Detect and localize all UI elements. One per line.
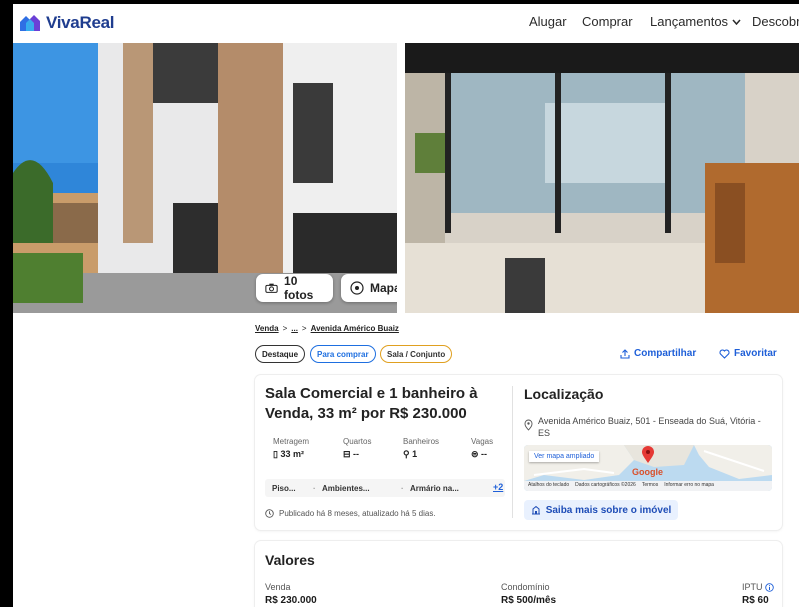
condominio-label: Condomínio: [501, 582, 550, 592]
amenities-bar: Piso... · Ambientes... · Armário na...: [265, 479, 505, 497]
iptu-label-row: IPTU: [742, 582, 774, 592]
amenity-piso: Piso...: [272, 483, 296, 493]
photos-count-button[interactable]: 10 fotos: [256, 274, 333, 302]
chevron-down-icon: [732, 19, 741, 25]
location-heading: Localização: [524, 386, 604, 402]
condominio-value: R$ 500/mês: [501, 595, 557, 606]
map-footer: Atalhos do teclado Dados cartográficos ©…: [528, 482, 714, 488]
venda-value: R$ 230.000: [265, 595, 317, 606]
share-button[interactable]: Compartilhar: [620, 348, 696, 359]
house-logo-icon: [20, 15, 40, 31]
spec-vagas: Vagas ⊜ --: [471, 437, 493, 460]
spec-metragem-number: 33 m²: [280, 449, 304, 459]
iptu-value: R$ 60: [742, 595, 769, 606]
listing-title: Sala Comercial e 1 banheiro à Venda, 33 …: [265, 385, 478, 422]
iptu-label: IPTU: [742, 582, 763, 592]
location-pin-icon: [524, 419, 533, 431]
spec-quartos-number: --: [353, 449, 360, 459]
published-info: Publicado há 8 meses, atualizado há 5 di…: [265, 509, 436, 518]
favorite-label: Favoritar: [734, 348, 777, 359]
amenity-ambientes: Ambientes...: [322, 483, 370, 493]
published-text: Publicado há 8 meses, atualizado há 5 di…: [279, 509, 436, 518]
amenities-more-link[interactable]: +2: [493, 482, 503, 492]
breadcrumb-street[interactable]: Avenida Américo Buaiz: [311, 324, 399, 333]
building-exterior-photo[interactable]: 10 fotos Mapa: [13, 43, 397, 313]
photo-gallery[interactable]: 10 fotos Mapa: [13, 43, 799, 313]
location-address-row: Avenida Américo Buaiz, 501 - Enseada do …: [524, 415, 774, 439]
location-address: Avenida Américo Buaiz, 501 - Enseada do …: [538, 416, 761, 438]
spec-quartos: Quartos ⊟ --: [343, 437, 371, 460]
share-icon: [620, 348, 630, 359]
share-label: Compartilhar: [634, 348, 697, 359]
tag-destaque: Destaque: [255, 345, 306, 363]
spec-banheiros-value: ⚲ 1: [403, 449, 439, 460]
map-footer-terms[interactable]: Termos: [642, 482, 658, 488]
favorite-button[interactable]: Favoritar: [719, 348, 777, 359]
breadcrumb: Venda > ... > Avenida Américo Buaiz: [255, 324, 399, 333]
nav-descobrir[interactable]: Descobri: [752, 14, 799, 29]
spec-metragem: Metragem ▯ 33 m²: [273, 437, 309, 460]
tag-para-comprar: Para comprar: [310, 345, 376, 363]
brand-name: VivaReal: [46, 13, 115, 32]
car-icon: ⊜: [471, 449, 482, 459]
more-info-label: Saiba mais sobre o imóvel: [545, 504, 672, 516]
tag-sala-conjunto: Sala / Conjunto: [380, 345, 453, 363]
spec-quartos-value: ⊟ --: [343, 449, 371, 460]
spec-banheiros: Banheiros ⚲ 1: [403, 437, 439, 460]
photos-count-label: 10 fotos: [284, 274, 314, 302]
nav-comprar[interactable]: Comprar: [582, 14, 633, 29]
spec-vagas-label: Vagas: [471, 437, 494, 446]
map-footer-data: Dados cartográficos ©2026: [575, 482, 636, 488]
spec-banheiros-number: 1: [412, 449, 418, 459]
map-footer-report[interactable]: Informar erro no mapa: [664, 482, 714, 488]
spec-metragem-label: Metragem: [273, 437, 310, 446]
map-pin-icon: [350, 281, 364, 295]
map-button[interactable]: Mapa: [341, 274, 397, 302]
map-expand-link[interactable]: Ver mapa ampliado: [529, 451, 600, 462]
spec-vagas-number: --: [481, 449, 488, 459]
shower-icon: ⚲: [403, 449, 413, 459]
map-marker-icon: [642, 446, 654, 463]
heart-icon: [719, 348, 730, 359]
spec-quartos-label: Quartos: [343, 437, 372, 446]
site-header: VivaReal Alugar Comprar Lançamentos Desc…: [13, 4, 799, 43]
breadcrumb-ellipsis[interactable]: ...: [291, 324, 298, 333]
google-logo: Google: [632, 467, 663, 477]
map-footer-shortcuts[interactable]: Atalhos do teclado: [528, 482, 569, 488]
window-frame-left: [0, 0, 13, 607]
bed-icon: ⊟: [343, 449, 354, 459]
nav-lancamentos-label: Lançamentos: [650, 14, 729, 29]
more-info-button[interactable]: Saiba mais sobre o imóvel: [524, 500, 678, 520]
spec-vagas-value: ⊜ --: [471, 449, 493, 460]
info-icon[interactable]: [764, 582, 774, 592]
spec-metragem-value: ▯ 33 m²: [273, 449, 309, 460]
clock-icon: [265, 509, 274, 518]
breadcrumb-separator: >: [301, 324, 307, 333]
building-lobby-photo[interactable]: [405, 43, 799, 313]
venda-label: Venda: [265, 582, 291, 592]
card-divider: [512, 386, 513, 518]
map-button-label: Mapa: [370, 281, 397, 295]
location-map[interactable]: Ver mapa ampliado Google Atalhos do tecl…: [524, 445, 772, 491]
amenity-armario: Armário na...: [410, 483, 459, 493]
values-heading: Valores: [265, 552, 315, 568]
nav-alugar[interactable]: Alugar: [529, 14, 567, 29]
camera-icon: [265, 283, 278, 293]
breadcrumb-separator: >: [282, 324, 288, 333]
building-icon: [531, 505, 540, 515]
nav-lancamentos[interactable]: Lançamentos: [650, 14, 741, 29]
vivareal-logo[interactable]: VivaReal: [19, 13, 114, 33]
spec-banheiros-label: Banheiros: [403, 437, 440, 446]
breadcrumb-venda[interactable]: Venda: [255, 324, 279, 333]
